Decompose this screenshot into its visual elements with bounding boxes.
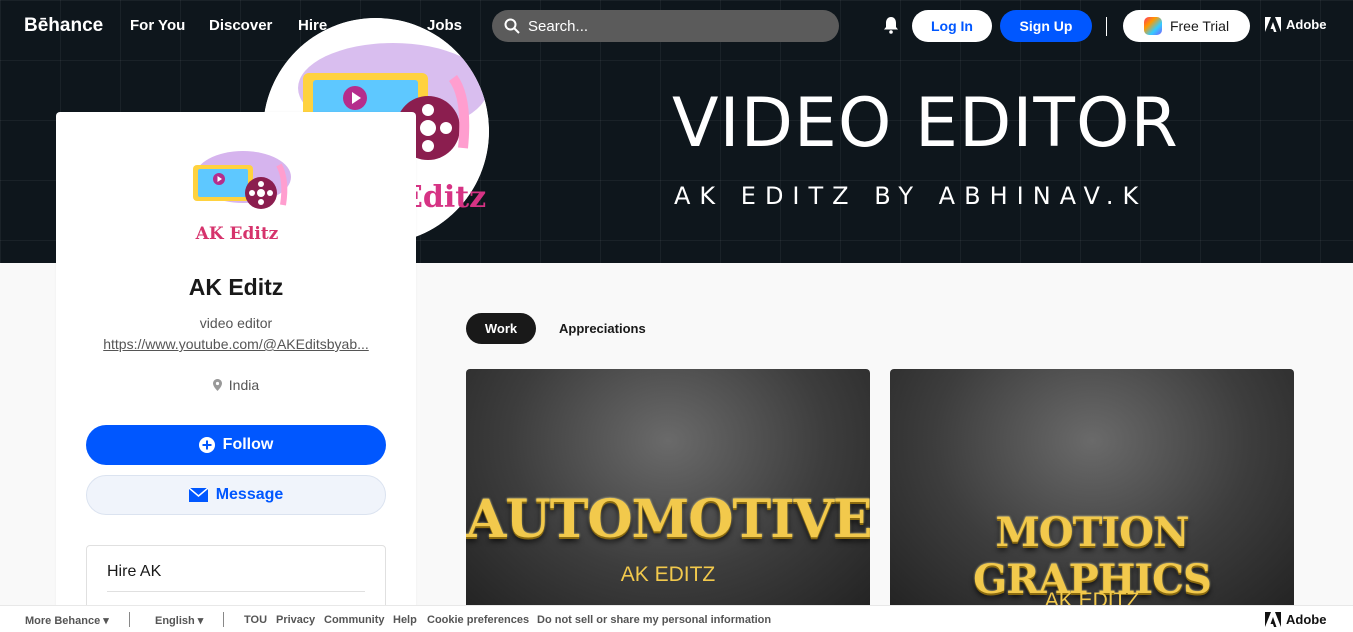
notification-bell-icon[interactable] <box>883 16 899 34</box>
adobe-logo-icon <box>1265 612 1281 627</box>
footer-link-help[interactable]: Help <box>393 614 417 626</box>
footer: More Behance ▾ English ▾ TOU Privacy Com… <box>0 605 1353 632</box>
profile-card: AK Editz AK Editz video editor https://w… <box>56 112 416 632</box>
nav-discover[interactable]: Discover <box>209 17 272 34</box>
avatar-text: AK Editz <box>195 224 279 244</box>
profile-location: India <box>56 377 416 393</box>
more-behance-label: More Behance <box>25 615 101 627</box>
adobe-logo-icon <box>1265 17 1281 32</box>
adobe-footer-link[interactable]: Adobe <box>1265 612 1326 627</box>
hire-title: Hire AK <box>107 563 162 580</box>
nav-hire[interactable]: Hire <box>298 17 327 34</box>
language-label: English <box>155 615 195 627</box>
adobe-link[interactable]: Adobe <box>1265 17 1326 32</box>
login-button[interactable]: Log In <box>912 10 992 42</box>
nav-for-you[interactable]: For You <box>130 17 185 34</box>
profile-website-link[interactable]: https://www.youtube.com/@AKEditsbyab... <box>86 336 386 352</box>
project-tile[interactable]: AUTOMOTIVE AK EDITZ <box>466 369 870 609</box>
profile-occupation: video editor <box>199 315 273 331</box>
search-bar[interactable] <box>492 10 839 42</box>
creative-cloud-icon <box>1143 17 1162 35</box>
free-trial-button[interactable]: Free Trial <box>1123 10 1250 42</box>
tab-appreciations[interactable]: Appreciations <box>559 321 646 336</box>
footer-link-tou[interactable]: TOU <box>244 614 267 626</box>
location-label: India <box>228 377 260 393</box>
footer-link-cookie-preferences[interactable]: Cookie preferences <box>427 614 529 626</box>
banner-subtitle: AK EDITZ BY ABHINAV.K <box>674 182 1148 210</box>
footer-link-privacy[interactable]: Privacy <box>276 614 315 626</box>
language-dropdown[interactable]: English ▾ <box>155 614 203 627</box>
adobe-label: Adobe <box>1286 17 1327 32</box>
banner-title: VIDEO EDITOR <box>672 84 1179 163</box>
top-navbar: Bēhance For You Discover Hire Assets Job… <box>0 0 1353 52</box>
location-pin-icon <box>212 379 222 391</box>
footer-link-community[interactable]: Community <box>324 614 385 626</box>
footer-divider <box>223 612 224 627</box>
nav-jobs[interactable]: Jobs <box>427 17 462 34</box>
footer-link-do-not-sell[interactable]: Do not sell or share my personal informa… <box>537 614 771 626</box>
project-title: AUTOMOTIVE <box>466 489 870 550</box>
plus-circle-icon <box>198 437 215 453</box>
message-label: Message <box>215 486 284 503</box>
signup-button[interactable]: Sign Up <box>1000 10 1092 42</box>
project-subtitle: AK EDITZ <box>620 563 716 586</box>
tab-work[interactable]: Work <box>466 313 536 344</box>
nav-assets[interactable]: Assets <box>353 17 402 34</box>
avatar: AK Editz <box>183 145 291 247</box>
header-divider <box>1106 17 1107 36</box>
more-behance-dropdown[interactable]: More Behance ▾ <box>25 614 109 627</box>
hire-divider <box>107 591 365 592</box>
footer-divider <box>129 612 130 627</box>
search-input[interactable] <box>528 17 808 35</box>
profile-name: AK Editz <box>188 274 284 300</box>
behance-logo[interactable]: Bēhance <box>24 15 103 37</box>
search-icon <box>504 18 520 34</box>
follow-button[interactable]: Follow <box>86 425 386 465</box>
follow-label: Follow <box>222 436 274 453</box>
adobe-footer-label: Adobe <box>1286 612 1327 627</box>
message-button[interactable]: Message <box>86 475 386 515</box>
free-trial-label: Free Trial <box>1169 18 1230 34</box>
envelope-icon <box>188 488 208 502</box>
project-tile[interactable]: MOTION GRAPHICS AK EDITZ <box>890 369 1294 609</box>
